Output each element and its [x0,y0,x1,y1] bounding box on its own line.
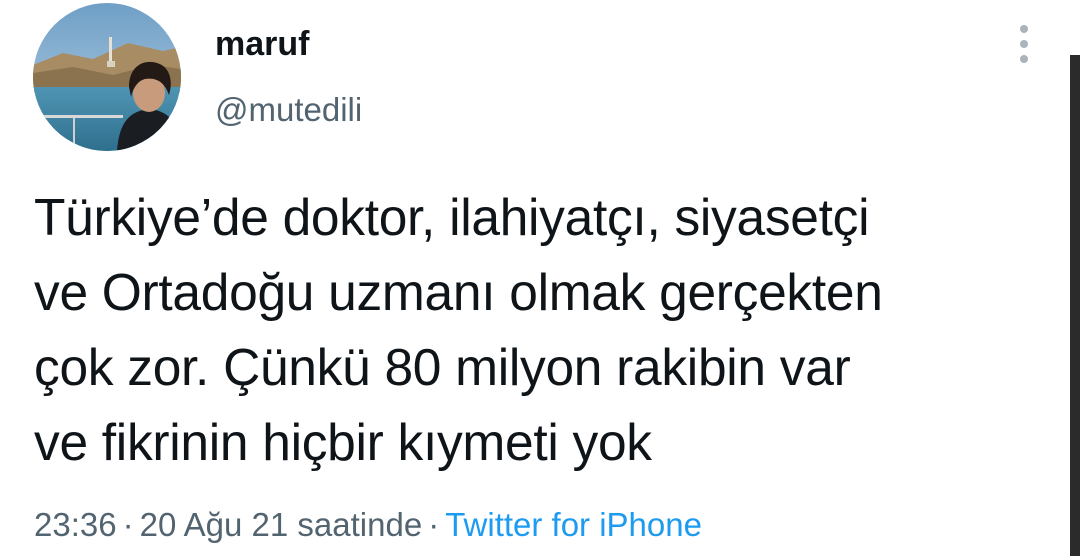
tweet-time[interactable]: 23:36 [34,506,117,543]
tweet-date[interactable]: 20 Ağu 21 saatinde [140,506,423,543]
tweet-source-link[interactable]: Twitter for iPhone [445,506,702,543]
separator: · [428,506,440,543]
more-options-button[interactable] [1008,20,1040,68]
tweet-detail: maruf @mutedili Türkiye’de doktor, ilahi… [0,0,1080,556]
tweet-text: Türkiye’de doktor, ilahiyatçı, siyasetçi… [34,188,883,471]
avatar[interactable] [33,3,181,151]
author-handle[interactable]: @mutedili [215,88,362,132]
profile-photo [33,3,181,151]
more-vertical-icon [1020,25,1028,33]
author-display-name[interactable]: maruf [215,22,309,66]
scrollbar[interactable] [1070,55,1080,556]
more-vertical-icon [1020,40,1028,48]
more-vertical-icon [1020,55,1028,63]
tweet-metadata: 23:36 · 20 Ağu 21 saatinde · Twitter for iPh… [34,503,702,547]
separator: · [122,506,134,543]
